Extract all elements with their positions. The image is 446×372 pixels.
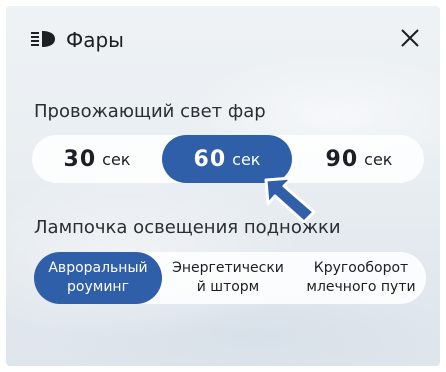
option-90-sec[interactable]: 90 сек [294,135,424,183]
footwell-light-label: Лампочка освещения подножки [34,217,341,238]
option-value: 90 [325,146,359,172]
follow-me-home-label: Провожающий свет фар [34,101,266,122]
option-30-sec[interactable]: 30 сек [32,135,162,183]
footwell-light-selector: Авроральный роуминг Энергетически й штор… [34,252,426,304]
option-aurora-roaming[interactable]: Авроральный роуминг [34,252,162,304]
option-60-sec[interactable]: 60 сек [162,135,292,183]
headlight-icon [31,31,55,47]
option-label: Энергетически й шторм [172,260,284,295]
option-energy-storm[interactable]: Энергетически й шторм [164,252,292,304]
page-title: Фары [66,28,124,52]
headlights-panel: Фары Провожающий свет фар 30 сек 60 сек … [6,6,440,366]
option-unit: сек [232,149,261,169]
option-label: Авроральный роуминг [48,260,148,295]
option-value: 30 [63,146,97,172]
option-unit: сек [364,149,393,169]
option-unit: сек [102,149,131,169]
option-milky-way-cycle[interactable]: Кругооборот млечного пути [296,252,426,304]
panel-header: Фары [6,6,440,70]
option-value: 60 [193,146,227,172]
option-label: Кругооборот млечного пути [306,260,416,295]
follow-me-home-selector: 30 сек 60 сек 90 сек [32,135,424,183]
close-icon[interactable] [398,26,422,50]
